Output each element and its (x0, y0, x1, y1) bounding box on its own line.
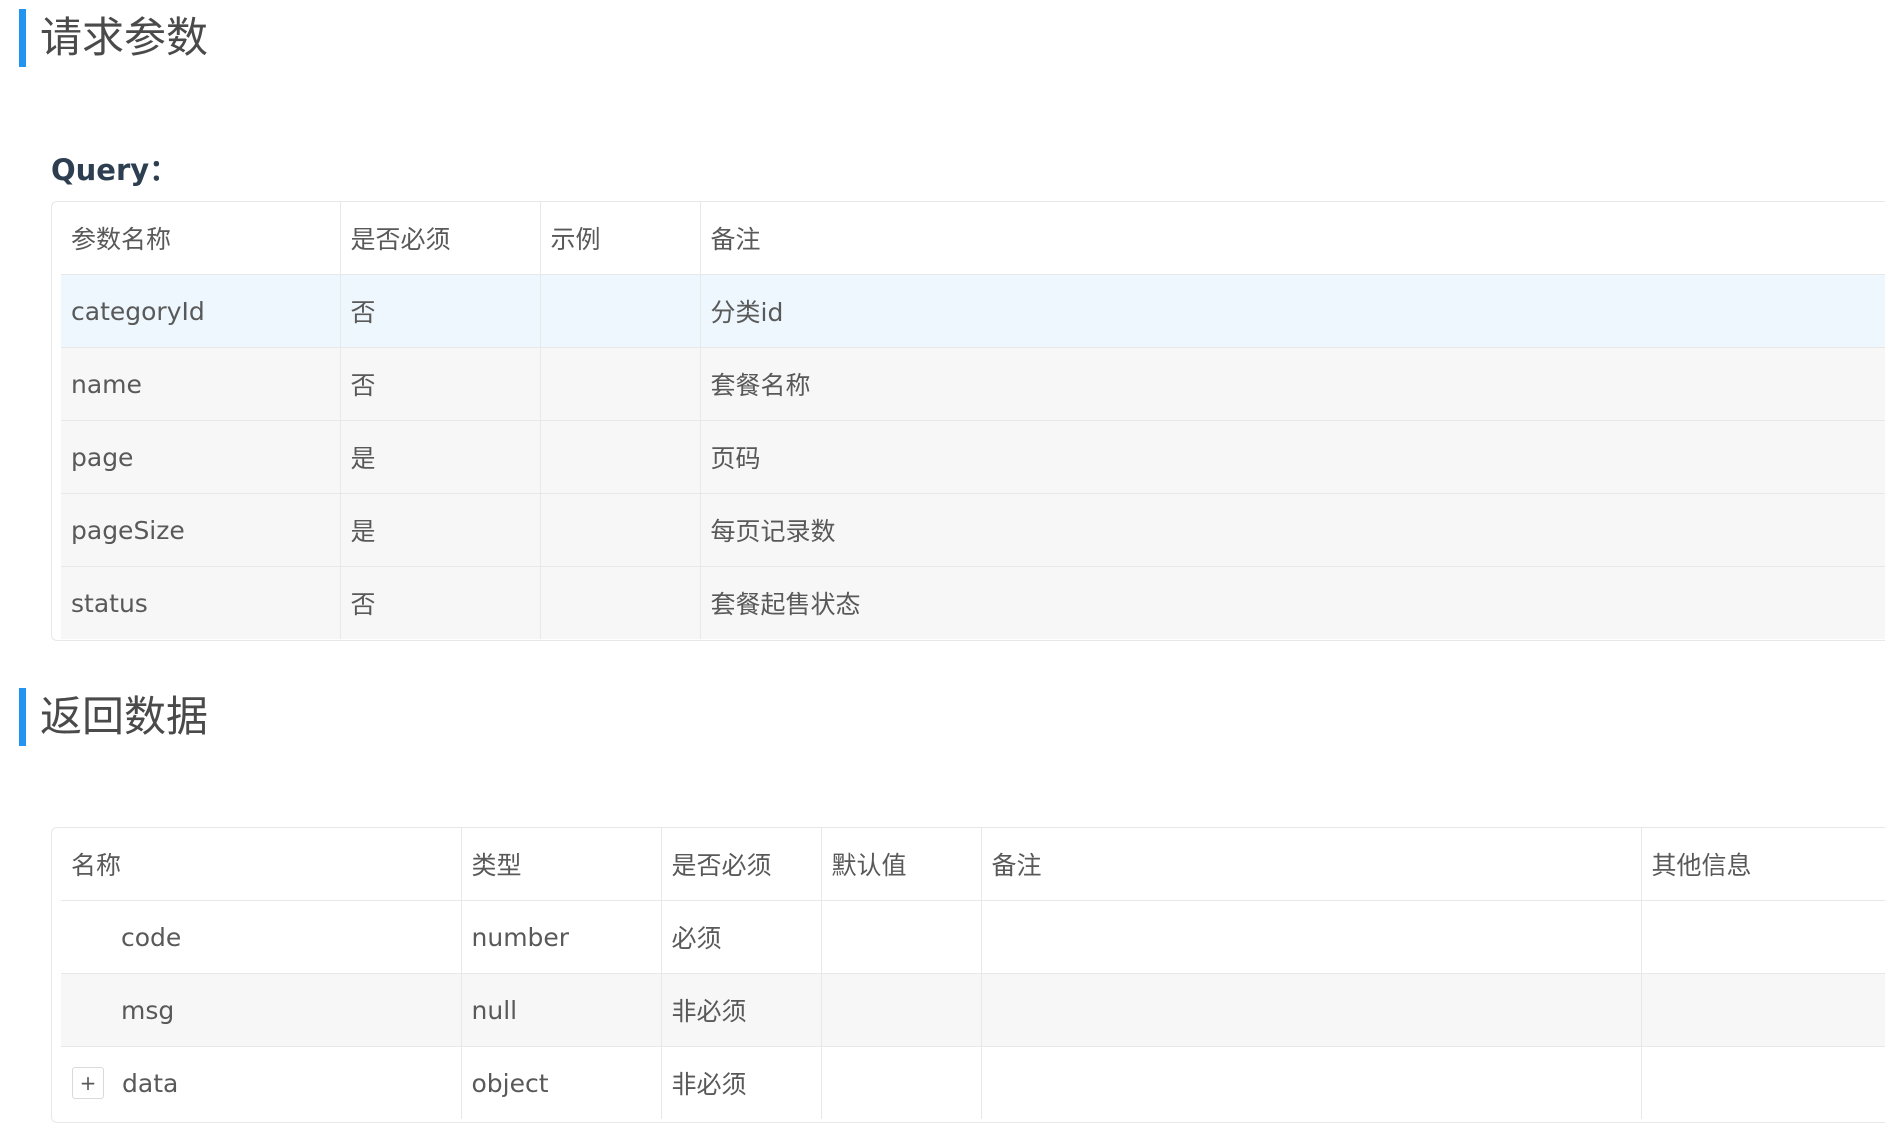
response-data-table: 名称 类型 是否必须 默认值 备注 其他信息 code number 必须 ms… (51, 827, 1885, 1123)
field-name-cell: + data (61, 1046, 462, 1119)
type-cell: number (461, 900, 662, 974)
column-header-other-info: 其他信息 (1641, 828, 1885, 901)
example-cell (540, 566, 701, 639)
note-cell: 分类id (700, 274, 1885, 348)
column-header-note: 备注 (700, 202, 1885, 275)
table-row: msg null 非必须 (61, 973, 1885, 1047)
other-info-cell (1641, 900, 1885, 974)
required-cell: 否 (340, 566, 541, 639)
table-row: categoryId 否 分类id (61, 274, 1885, 348)
table-row: name 否 套餐名称 (61, 347, 1885, 421)
column-header-default: 默认值 (821, 828, 982, 901)
example-cell (540, 347, 701, 421)
note-cell (981, 973, 1642, 1047)
example-cell (540, 420, 701, 494)
required-cell: 是 (340, 420, 541, 494)
column-header-name: 名称 (61, 828, 462, 901)
query-label: Query： (51, 153, 179, 187)
table-row: + data object 非必须 (61, 1046, 1885, 1119)
column-header-note: 备注 (981, 828, 1642, 901)
field-name-cell: code (61, 900, 462, 974)
column-header-example: 示例 (540, 202, 701, 275)
table-row: page 是 页码 (61, 420, 1885, 494)
required-cell: 否 (340, 347, 541, 421)
required-cell: 必须 (661, 900, 822, 974)
param-name-cell: status (61, 566, 341, 639)
required-cell: 否 (340, 274, 541, 348)
type-cell: object (461, 1046, 662, 1119)
table-header-row: 参数名称 是否必须 示例 备注 (61, 202, 1885, 275)
param-name-cell: categoryId (61, 274, 341, 348)
expand-plus-icon[interactable]: + (72, 1067, 104, 1099)
note-cell: 套餐名称 (700, 347, 1885, 421)
table-row: code number 必须 (61, 900, 1885, 974)
response-data-title: 返回数据 (19, 688, 208, 746)
example-cell (540, 274, 701, 348)
default-cell (821, 1046, 982, 1119)
table-header-row: 名称 类型 是否必须 默认值 备注 其他信息 (61, 828, 1885, 901)
type-cell: null (461, 973, 662, 1047)
column-header-type: 类型 (461, 828, 662, 901)
example-cell (540, 493, 701, 567)
note-cell: 套餐起售状态 (700, 566, 1885, 639)
table-row: pageSize 是 每页记录数 (61, 493, 1885, 567)
table-row: status 否 套餐起售状态 (61, 566, 1885, 639)
param-name-cell: page (61, 420, 341, 494)
required-cell: 非必须 (661, 1046, 822, 1119)
column-header-param-name: 参数名称 (61, 202, 341, 275)
param-name-cell: pageSize (61, 493, 341, 567)
required-cell: 非必须 (661, 973, 822, 1047)
other-info-cell (1641, 1046, 1885, 1119)
note-cell (981, 1046, 1642, 1119)
default-cell (821, 973, 982, 1047)
column-header-required: 是否必须 (340, 202, 541, 275)
note-cell: 页码 (700, 420, 1885, 494)
required-cell: 是 (340, 493, 541, 567)
column-header-required: 是否必须 (661, 828, 822, 901)
field-name-cell: msg (61, 973, 462, 1047)
query-params-table: 参数名称 是否必须 示例 备注 categoryId 否 分类id name 否… (51, 201, 1885, 641)
param-name-cell: name (61, 347, 341, 421)
default-cell (821, 900, 982, 974)
request-params-title: 请求参数 (19, 9, 208, 67)
note-cell: 每页记录数 (700, 493, 1885, 567)
other-info-cell (1641, 973, 1885, 1047)
field-name-text: data (122, 1068, 179, 1098)
note-cell (981, 900, 1642, 974)
